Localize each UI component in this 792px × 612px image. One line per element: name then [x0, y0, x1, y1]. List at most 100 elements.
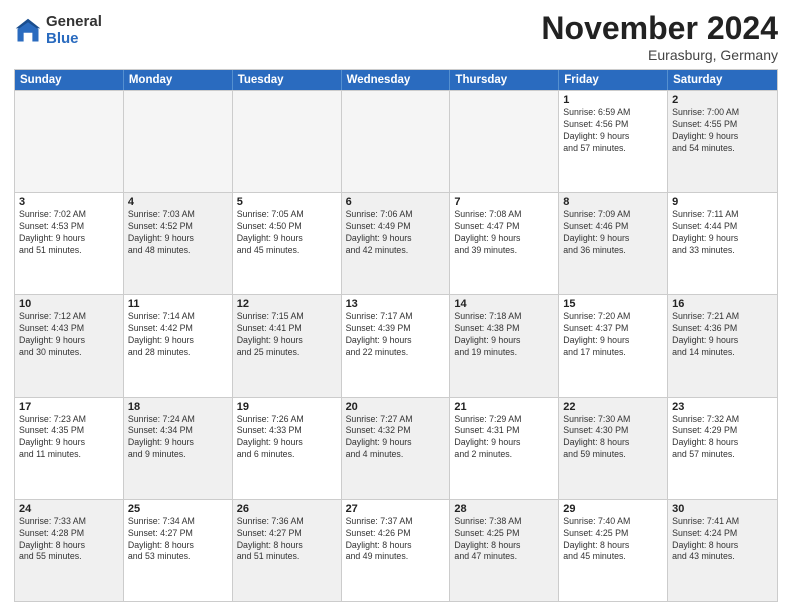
logo-icon: [14, 17, 42, 45]
cell-line: Daylight: 8 hours: [346, 540, 446, 552]
calendar-cell: 16Sunrise: 7:21 AMSunset: 4:36 PMDayligh…: [668, 295, 777, 396]
cell-line: Sunrise: 7:14 AM: [128, 311, 228, 323]
cell-line: and 47 minutes.: [454, 551, 554, 563]
calendar-row-1: 1Sunrise: 6:59 AMSunset: 4:56 PMDaylight…: [15, 90, 777, 192]
cell-line: Sunrise: 7:09 AM: [563, 209, 663, 221]
cell-line: Sunset: 4:41 PM: [237, 323, 337, 335]
cell-line: Daylight: 9 hours: [563, 233, 663, 245]
cell-line: and 59 minutes.: [563, 449, 663, 461]
cell-line: Sunset: 4:56 PM: [563, 119, 663, 131]
calendar-cell: 17Sunrise: 7:23 AMSunset: 4:35 PMDayligh…: [15, 398, 124, 499]
cell-line: Sunset: 4:25 PM: [563, 528, 663, 540]
cell-line: Sunrise: 7:30 AM: [563, 414, 663, 426]
calendar-cell: 6Sunrise: 7:06 AMSunset: 4:49 PMDaylight…: [342, 193, 451, 294]
cell-line: Sunset: 4:33 PM: [237, 425, 337, 437]
cell-line: Sunrise: 7:06 AM: [346, 209, 446, 221]
calendar-cell: 21Sunrise: 7:29 AMSunset: 4:31 PMDayligh…: [450, 398, 559, 499]
day-number: 3: [19, 196, 119, 208]
cell-line: Daylight: 9 hours: [454, 437, 554, 449]
calendar-cell: 19Sunrise: 7:26 AMSunset: 4:33 PMDayligh…: [233, 398, 342, 499]
cell-line: and 4 minutes.: [346, 449, 446, 461]
cell-line: and 57 minutes.: [563, 143, 663, 155]
calendar-header-sunday: Sunday: [15, 70, 124, 90]
day-number: 17: [19, 401, 119, 413]
cell-line: Daylight: 9 hours: [672, 335, 773, 347]
cell-line: and 39 minutes.: [454, 245, 554, 257]
cell-line: Daylight: 8 hours: [563, 540, 663, 552]
day-number: 30: [672, 503, 773, 515]
cell-line: Sunset: 4:52 PM: [128, 221, 228, 233]
cell-line: Daylight: 9 hours: [346, 335, 446, 347]
calendar-cell: 11Sunrise: 7:14 AMSunset: 4:42 PMDayligh…: [124, 295, 233, 396]
day-number: 14: [454, 298, 554, 310]
day-number: 11: [128, 298, 228, 310]
title-location: Eurasburg, Germany: [541, 47, 778, 63]
calendar-cell: 20Sunrise: 7:27 AMSunset: 4:32 PMDayligh…: [342, 398, 451, 499]
calendar-header: SundayMondayTuesdayWednesdayThursdayFrid…: [15, 70, 777, 90]
cell-line: Daylight: 9 hours: [128, 335, 228, 347]
cell-line: and 9 minutes.: [128, 449, 228, 461]
calendar-cell: [15, 91, 124, 192]
cell-line: Daylight: 9 hours: [563, 131, 663, 143]
cell-line: Daylight: 8 hours: [454, 540, 554, 552]
day-number: 13: [346, 298, 446, 310]
cell-line: Sunset: 4:34 PM: [128, 425, 228, 437]
calendar-cell: 4Sunrise: 7:03 AMSunset: 4:52 PMDaylight…: [124, 193, 233, 294]
cell-line: Sunrise: 7:38 AM: [454, 516, 554, 528]
cell-line: and 53 minutes.: [128, 551, 228, 563]
cell-line: Daylight: 9 hours: [672, 131, 773, 143]
cell-line: Sunset: 4:27 PM: [128, 528, 228, 540]
cell-line: Sunset: 4:35 PM: [19, 425, 119, 437]
cell-line: and 54 minutes.: [672, 143, 773, 155]
cell-line: Sunset: 4:46 PM: [563, 221, 663, 233]
calendar-cell: 18Sunrise: 7:24 AMSunset: 4:34 PMDayligh…: [124, 398, 233, 499]
calendar-cell: 12Sunrise: 7:15 AMSunset: 4:41 PMDayligh…: [233, 295, 342, 396]
cell-line: Sunset: 4:31 PM: [454, 425, 554, 437]
calendar-cell: 29Sunrise: 7:40 AMSunset: 4:25 PMDayligh…: [559, 500, 668, 601]
cell-line: and 22 minutes.: [346, 347, 446, 359]
day-number: 29: [563, 503, 663, 515]
day-number: 10: [19, 298, 119, 310]
calendar-row-5: 24Sunrise: 7:33 AMSunset: 4:28 PMDayligh…: [15, 499, 777, 601]
cell-line: Daylight: 8 hours: [237, 540, 337, 552]
day-number: 4: [128, 196, 228, 208]
cell-line: Sunrise: 7:41 AM: [672, 516, 773, 528]
cell-line: Sunrise: 7:21 AM: [672, 311, 773, 323]
day-number: 9: [672, 196, 773, 208]
calendar-header-monday: Monday: [124, 70, 233, 90]
calendar-cell: 23Sunrise: 7:32 AMSunset: 4:29 PMDayligh…: [668, 398, 777, 499]
cell-line: Sunrise: 7:12 AM: [19, 311, 119, 323]
cell-line: Daylight: 9 hours: [19, 335, 119, 347]
calendar-row-2: 3Sunrise: 7:02 AMSunset: 4:53 PMDaylight…: [15, 192, 777, 294]
cell-line: Sunrise: 7:15 AM: [237, 311, 337, 323]
cell-line: and 33 minutes.: [672, 245, 773, 257]
cell-line: Sunset: 4:32 PM: [346, 425, 446, 437]
logo: General Blue: [14, 14, 102, 47]
cell-line: Daylight: 9 hours: [454, 233, 554, 245]
calendar-cell: 26Sunrise: 7:36 AMSunset: 4:27 PMDayligh…: [233, 500, 342, 601]
calendar-header-thursday: Thursday: [450, 70, 559, 90]
calendar-header-saturday: Saturday: [668, 70, 777, 90]
cell-line: Sunrise: 7:36 AM: [237, 516, 337, 528]
cell-line: Sunset: 4:50 PM: [237, 221, 337, 233]
cell-line: Sunrise: 7:03 AM: [128, 209, 228, 221]
cell-line: Sunset: 4:30 PM: [563, 425, 663, 437]
cell-line: Sunset: 4:44 PM: [672, 221, 773, 233]
calendar-row-3: 10Sunrise: 7:12 AMSunset: 4:43 PMDayligh…: [15, 294, 777, 396]
cell-line: and 43 minutes.: [672, 551, 773, 563]
calendar-cell: [233, 91, 342, 192]
calendar-row-4: 17Sunrise: 7:23 AMSunset: 4:35 PMDayligh…: [15, 397, 777, 499]
cell-line: Daylight: 9 hours: [454, 335, 554, 347]
calendar-cell: 3Sunrise: 7:02 AMSunset: 4:53 PMDaylight…: [15, 193, 124, 294]
day-number: 2: [672, 94, 773, 106]
calendar-cell: 2Sunrise: 7:00 AMSunset: 4:55 PMDaylight…: [668, 91, 777, 192]
cell-line: Sunrise: 7:24 AM: [128, 414, 228, 426]
cell-line: and 28 minutes.: [128, 347, 228, 359]
calendar-cell: 7Sunrise: 7:08 AMSunset: 4:47 PMDaylight…: [450, 193, 559, 294]
cell-line: Sunset: 4:43 PM: [19, 323, 119, 335]
day-number: 26: [237, 503, 337, 515]
cell-line: Daylight: 8 hours: [672, 437, 773, 449]
cell-line: and 49 minutes.: [346, 551, 446, 563]
title-month: November 2024: [541, 10, 778, 47]
calendar-cell: 9Sunrise: 7:11 AMSunset: 4:44 PMDaylight…: [668, 193, 777, 294]
